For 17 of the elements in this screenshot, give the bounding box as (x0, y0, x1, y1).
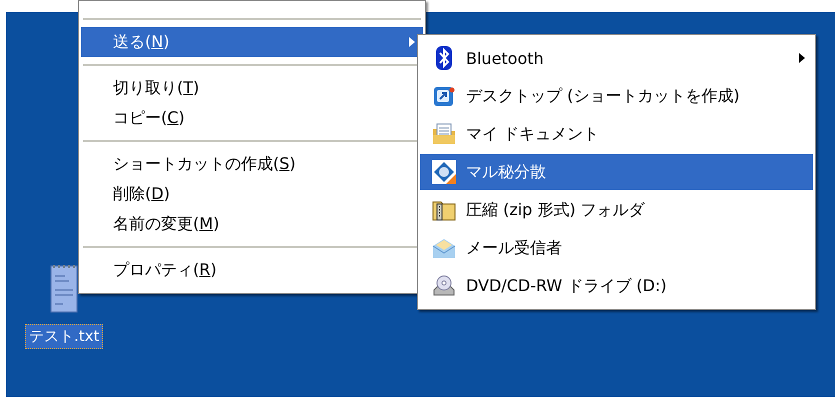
shortcut-icon (432, 84, 456, 108)
menu-item[interactable]: DVD/CD-RW ドライブ (D:) (420, 268, 813, 304)
menu-item[interactable]: マル秘分散 (420, 154, 813, 190)
diamond-icon (432, 160, 456, 184)
menu-item[interactable]: メール受信者 (420, 230, 813, 266)
notepad-icon (49, 262, 80, 314)
submenu-arrow-icon (799, 53, 805, 63)
submenu-arrow-icon (409, 37, 415, 47)
folder-icon (432, 122, 456, 146)
drive-icon (432, 274, 456, 298)
menu-item[interactable]: マイ ドキュメント (420, 116, 813, 152)
menu-item[interactable]: 送る(N) (81, 27, 423, 57)
menu-item[interactable]: デスクトップ (ショートカットを作成) (420, 78, 813, 114)
menu-item[interactable]: Bluetooth (420, 40, 813, 76)
menu-item[interactable]: 圧縮 (zip 形式) フォルダ (420, 192, 813, 228)
file-name-label[interactable]: テスト.txt (25, 324, 104, 349)
envelope-icon (432, 236, 456, 260)
